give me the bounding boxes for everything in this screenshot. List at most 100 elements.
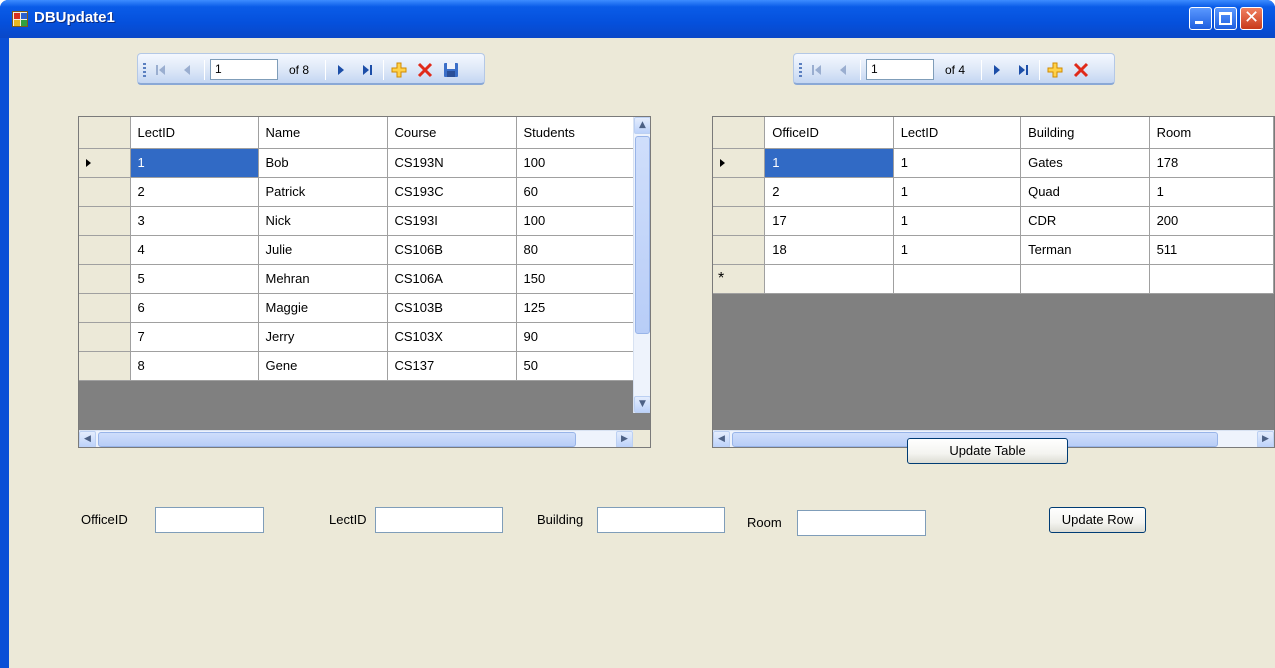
scroll-thumb[interactable] [98,432,576,447]
row-header[interactable] [713,206,766,236]
table-cell[interactable]: 100 [516,206,645,236]
table-row[interactable]: 5 Mehran CS106A 150 [79,264,645,294]
table-cell[interactable]: 17 [764,206,894,236]
table-cell[interactable]: 178 [1149,148,1274,178]
minimize-button[interactable] [1189,7,1212,30]
column-header-lectid[interactable]: LectID [893,117,1022,149]
column-header-name[interactable]: Name [258,117,388,149]
table-cell[interactable]: 2 [130,177,259,207]
table-cell[interactable]: CDR [1020,206,1150,236]
delete-icon[interactable] [416,60,434,80]
scroll-thumb[interactable] [635,136,650,334]
table-cell[interactable] [764,264,894,294]
column-header-course[interactable]: Course [387,117,517,149]
table-cell[interactable]: Terman [1020,235,1150,265]
table-cell[interactable]: 6 [130,293,259,323]
new-row[interactable]: * [713,264,1274,294]
table-cell[interactable]: Patrick [258,177,388,207]
table-cell[interactable]: 1 [130,148,259,178]
table-cell[interactable]: Nick [258,206,388,236]
table-row[interactable]: 4 Julie CS106B 80 [79,235,645,265]
first-record-icon[interactable] [808,60,826,80]
column-header-building[interactable]: Building [1020,117,1150,149]
table-row[interactable]: 1 Bob CS193N 100 [79,148,645,178]
vertical-scrollbar[interactable]: ▲ ▼ [633,117,650,413]
app-icon[interactable] [12,11,28,27]
table-cell[interactable]: 1 [893,177,1022,207]
row-header[interactable]: * [713,264,766,294]
table-cell[interactable]: Julie [258,235,388,265]
table-cell[interactable]: 1 [764,148,894,178]
table-row[interactable]: 3 Nick CS193I 100 [79,206,645,236]
toolbar-grip[interactable] [143,63,146,77]
table-cell[interactable]: CS137 [387,351,517,381]
scroll-right-button[interactable]: ▶ [1257,431,1274,447]
row-header[interactable] [713,148,766,178]
table-row[interactable]: 1 1 Gates 178 [713,148,1274,178]
table-cell[interactable]: 5 [130,264,259,294]
save-icon[interactable] [442,60,460,80]
building-field[interactable] [597,507,725,533]
table-cell[interactable]: Mehran [258,264,388,294]
row-header[interactable] [79,206,131,236]
first-record-icon[interactable] [152,60,170,80]
table-row[interactable]: 8 Gene CS137 50 [79,351,645,381]
row-header[interactable] [713,177,766,207]
lectid-field[interactable] [375,507,503,533]
scroll-right-button[interactable]: ▶ [616,431,633,447]
column-header-officeid[interactable]: OfficeID [764,117,894,149]
column-header-room[interactable]: Room [1149,117,1274,149]
table-cell[interactable]: CS103X [387,322,517,352]
table-cell[interactable] [1149,264,1274,294]
row-header-corner[interactable] [713,117,766,149]
previous-record-icon[interactable] [178,60,196,80]
table-cell[interactable]: 3 [130,206,259,236]
table-cell[interactable]: 125 [516,293,645,323]
row-header-corner[interactable] [79,117,131,149]
row-header[interactable] [713,235,766,265]
table-cell[interactable]: CS103B [387,293,517,323]
lecturers-grid[interactable]: LectID Name Course Students 1 Bob CS193N 10… [78,116,651,448]
table-cell[interactable]: CS193N [387,148,517,178]
table-cell[interactable]: CS193C [387,177,517,207]
next-record-icon[interactable] [988,60,1006,80]
room-field[interactable] [797,510,926,536]
table-cell[interactable]: 60 [516,177,645,207]
table-cell[interactable]: 90 [516,322,645,352]
table-cell[interactable]: 8 [130,351,259,381]
title-bar[interactable]: DBUpdate1 ✕ [0,0,1275,38]
row-header[interactable] [79,235,131,265]
row-header[interactable] [79,177,131,207]
table-cell[interactable]: 511 [1149,235,1274,265]
table-cell[interactable]: 80 [516,235,645,265]
next-record-icon[interactable] [332,60,350,80]
table-cell[interactable]: Bob [258,148,388,178]
table-row[interactable]: 2 1 Quad 1 [713,177,1274,207]
delete-icon[interactable] [1072,60,1090,80]
update-row-button[interactable]: Update Row [1049,507,1146,533]
table-cell[interactable]: CS106B [387,235,517,265]
table-cell[interactable]: 1 [893,148,1022,178]
close-button[interactable]: ✕ [1240,7,1263,30]
table-cell[interactable]: 200 [1149,206,1274,236]
row-header[interactable] [79,264,131,294]
table-cell[interactable]: Gates [1020,148,1150,178]
table-cell[interactable]: 2 [764,177,894,207]
scroll-left-button[interactable]: ◀ [713,431,730,447]
horizontal-scrollbar[interactable]: ◀ ▶ [79,430,633,447]
table-row[interactable]: 2 Patrick CS193C 60 [79,177,645,207]
previous-record-icon[interactable] [834,60,852,80]
table-row[interactable]: 7 Jerry CS103X 90 [79,322,645,352]
position-field[interactable]: 1 [866,59,934,80]
table-cell[interactable]: 100 [516,148,645,178]
table-cell[interactable]: 1 [1149,177,1274,207]
table-cell[interactable]: Quad [1020,177,1150,207]
table-cell[interactable]: 4 [130,235,259,265]
table-cell[interactable]: Maggie [258,293,388,323]
table-cell[interactable]: 50 [516,351,645,381]
table-cell[interactable]: 150 [516,264,645,294]
row-header[interactable] [79,322,131,352]
table-cell[interactable] [1020,264,1150,294]
table-cell[interactable]: 7 [130,322,259,352]
last-record-icon[interactable] [1014,60,1032,80]
